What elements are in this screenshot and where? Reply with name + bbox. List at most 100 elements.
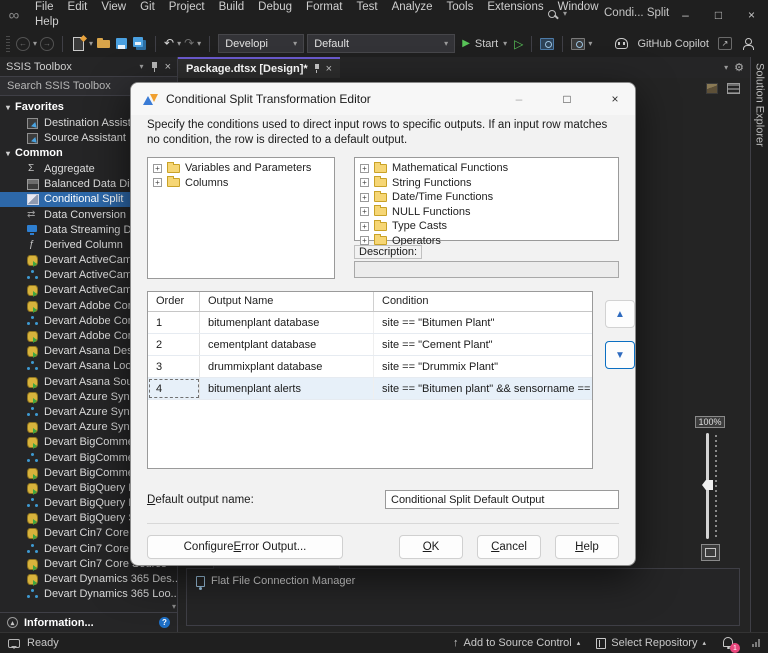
maximize-button[interactable]: □ — [702, 0, 735, 30]
menu-edit[interactable]: Edit — [61, 0, 95, 15]
close-button[interactable]: × — [735, 0, 768, 30]
scrollbar-down-icon[interactable]: ▾ — [172, 602, 176, 611]
cell-condition[interactable]: site == "Cement Plant" — [374, 334, 592, 355]
cell-output-name[interactable]: cementplant database — [200, 334, 374, 355]
fit-to-window-button[interactable] — [700, 544, 720, 561]
expand-icon[interactable]: + — [360, 163, 369, 173]
cell-condition[interactable]: site == "Drummix Plant" — [374, 356, 592, 377]
menu-file[interactable]: File — [28, 0, 61, 15]
cancel-button[interactable]: Cancel — [477, 535, 541, 559]
new-project-icon[interactable] — [71, 36, 86, 51]
grid-row[interactable]: 2 cementplant database site == "Cement P… — [148, 334, 592, 356]
move-up-button[interactable]: ▲ — [605, 300, 635, 328]
connection-manager-item[interactable]: Flat File Connection Manager — [187, 569, 739, 593]
solution-platform-dropdown[interactable]: Default ▾ — [307, 34, 456, 53]
tree-item-string-functions[interactable]: + String Functions — [355, 176, 618, 191]
add-to-source-control-button[interactable]: ↑ Add to Source Control ▴ — [453, 637, 580, 649]
expand-icon[interactable]: + — [153, 163, 162, 173]
tree-item-datetime-functions[interactable]: + Date/Time Functions — [355, 190, 618, 205]
solution-configuration-dropdown[interactable]: Developi ▾ — [218, 34, 305, 53]
package-icon[interactable] — [706, 83, 718, 94]
configure-error-output-button[interactable]: Configure Error Output... — [147, 535, 343, 559]
minimize-button[interactable]: – — [669, 0, 702, 30]
menu-build[interactable]: Build — [212, 0, 252, 15]
menu-help[interactable]: Help — [28, 15, 66, 30]
expand-icon[interactable]: + — [360, 207, 369, 217]
column-header-output-name[interactable]: Output Name — [200, 292, 374, 311]
tab-pin-icon[interactable] — [314, 63, 320, 74]
menu-project[interactable]: Project — [162, 0, 212, 15]
expand-icon[interactable]: + — [153, 178, 162, 188]
pin-icon[interactable] — [151, 61, 158, 73]
expand-icon[interactable]: + — [360, 178, 369, 188]
grid-row[interactable]: 3 drummixplant database site == "Drummix… — [148, 356, 592, 378]
help-button[interactable]: Help — [555, 535, 619, 559]
dialog-maximize-button[interactable]: □ — [547, 83, 587, 115]
gear-icon[interactable]: ⚙ — [734, 61, 744, 74]
tree-item-mathematical-functions[interactable]: + Mathematical Functions — [355, 161, 618, 176]
undo-dropdown-icon[interactable]: ▾ — [177, 39, 181, 48]
information-footer[interactable]: ▴ Information... ? — [0, 612, 177, 632]
move-down-button[interactable]: ▼ — [605, 341, 635, 369]
package-debug-icon[interactable] — [540, 37, 555, 50]
tree-item-null-functions[interactable]: + NULL Functions — [355, 205, 618, 220]
cell-condition[interactable]: site == "Bitumen plant" && sensorname ==… — [374, 378, 592, 399]
window-layout-icon[interactable] — [571, 37, 586, 50]
toolbar-grip[interactable] — [6, 35, 10, 52]
cell-output-name[interactable]: drummixplant database — [200, 356, 374, 377]
cell-order[interactable]: 3 — [148, 356, 200, 377]
toolbox-item[interactable]: Devart Dynamics 365 Loo... — [0, 587, 177, 602]
cell-condition[interactable]: site == "Bitumen Plant" — [374, 312, 592, 333]
panel-close-icon[interactable]: × — [165, 61, 171, 73]
redo-icon[interactable]: ↷ — [184, 36, 194, 51]
expand-icon[interactable]: + — [360, 192, 369, 202]
menu-git[interactable]: Git — [133, 0, 162, 15]
dialog-close-button[interactable]: × — [595, 83, 635, 115]
cell-output-name[interactable]: bitumenplant alerts — [200, 378, 374, 399]
tab-package-dtsx[interactable]: Package.dtsx [Design]* × — [178, 57, 341, 78]
open-file-icon[interactable] — [96, 36, 111, 51]
default-output-input[interactable] — [385, 490, 619, 509]
dialog-minimize-button[interactable]: – — [499, 83, 539, 115]
start-debug-button[interactable]: ▶ Start ▾ — [458, 38, 511, 50]
start-without-debug-icon[interactable]: ▷ — [514, 37, 523, 51]
tree-item-type-casts[interactable]: + Type Casts — [355, 219, 618, 234]
cell-order[interactable]: 1 — [148, 312, 200, 333]
menu-debug[interactable]: Debug — [251, 0, 299, 15]
parameters-icon[interactable] — [727, 83, 740, 94]
notifications-button[interactable]: 1 — [722, 636, 740, 653]
cell-order[interactable]: 4 — [148, 378, 200, 399]
menu-analyze[interactable]: Analyze — [385, 0, 440, 15]
save-all-icon[interactable] — [132, 36, 147, 51]
navigate-forward-button[interactable]: → — [40, 36, 55, 51]
redo-dropdown-icon[interactable]: ▾ — [197, 39, 201, 48]
toolbox-item[interactable]: Devart Dynamics 365 Des... — [0, 571, 177, 587]
tab-list-icon[interactable]: ▾ — [724, 63, 728, 72]
menu-extensions[interactable]: Extensions — [480, 0, 550, 15]
new-dropdown-icon[interactable]: ▾ — [89, 39, 93, 48]
menu-format[interactable]: Format — [299, 0, 349, 15]
undo-icon[interactable]: ↶ — [164, 36, 174, 51]
tree-item-columns[interactable]: + Columns — [148, 176, 334, 191]
ok-button[interactable]: OK — [399, 535, 463, 559]
share-icon[interactable]: ↗ — [718, 37, 732, 50]
menu-view[interactable]: View — [94, 0, 133, 15]
cell-output-name[interactable]: bitumenplant database — [200, 312, 374, 333]
navigate-back-button[interactable]: ← — [16, 36, 30, 51]
chevron-down-icon[interactable]: ▾ — [588, 39, 592, 48]
back-dropdown-icon[interactable]: ▾ — [33, 39, 37, 48]
panel-menu-icon[interactable]: ▾ — [140, 62, 144, 71]
menu-tools[interactable]: Tools — [439, 0, 480, 15]
expand-icon[interactable]: + — [360, 236, 369, 246]
help-icon[interactable]: ? — [159, 617, 170, 628]
expand-icon[interactable]: + — [360, 221, 369, 231]
grid-row-selected[interactable]: 4 bitumenplant alerts site == "Bitumen p… — [148, 378, 592, 400]
grid-row[interactable]: 1 bitumenplant database site == "Bitumen… — [148, 312, 592, 334]
github-copilot-label[interactable]: GitHub Copilot — [637, 38, 709, 50]
cell-order[interactable]: 2 — [148, 334, 200, 355]
column-header-order[interactable]: Order — [148, 292, 200, 311]
account-icon[interactable] — [741, 37, 754, 50]
zoom-slider-thumb[interactable] — [702, 480, 713, 490]
menu-test[interactable]: Test — [349, 0, 384, 15]
column-header-condition[interactable]: Condition — [374, 292, 592, 311]
